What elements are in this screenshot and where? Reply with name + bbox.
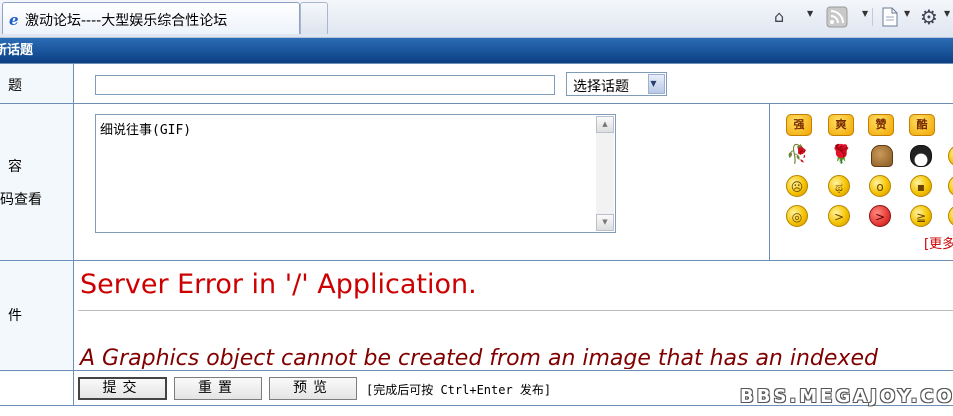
home-dropdown-chevron-icon[interactable]: ▼ xyxy=(807,9,813,18)
attachment-label: 件 xyxy=(8,308,22,324)
shocked-face-icon[interactable]: o xyxy=(869,175,891,197)
attachment-upload-frame: Server Error in '/' Application. A Graph… xyxy=(78,262,953,369)
topic-select-value: 选择话题 xyxy=(573,79,629,95)
content-textarea-value: 细说往事(GIF) xyxy=(100,123,192,138)
emoticon-cool-feel-text: 爽 xyxy=(835,118,847,131)
rss-dropdown-chevron-icon[interactable]: ▼ xyxy=(862,9,868,18)
home-icon[interactable]: ⌂ xyxy=(774,6,784,28)
emoticon-praise[interactable]: 赞 xyxy=(868,114,894,136)
furious-face-icon[interactable]: > xyxy=(869,205,891,227)
server-error-title: Server Error in '/' Application. xyxy=(80,269,477,300)
server-error-message: A Graphics object cannot be created from… xyxy=(80,346,878,369)
submit-shortcut-hint: [完成后可按 Ctrl+Enter 发布] xyxy=(366,383,552,397)
topic-select[interactable]: 选择话题 ▼ xyxy=(566,72,667,96)
subject-input[interactable] xyxy=(95,75,555,95)
grid-line xyxy=(0,63,953,64)
preview-button[interactable]: 预览 xyxy=(269,377,357,400)
angry-face-icon[interactable]: > xyxy=(828,205,850,227)
error-divider xyxy=(78,310,953,311)
dizzy-face-icon[interactable]: ◎ xyxy=(786,205,808,227)
grid-line xyxy=(0,370,953,371)
tools-gear-icon[interactable]: ⚙ xyxy=(920,6,938,28)
scroll-up-icon[interactable]: ▲ xyxy=(596,116,614,133)
reset-button[interactable]: 重置 xyxy=(174,377,262,400)
subject-label: 题 xyxy=(8,78,22,94)
scroll-down-icon[interactable]: ▼ xyxy=(596,214,614,231)
form-header: 新话题 xyxy=(0,38,953,63)
content-label: 容 xyxy=(8,159,22,175)
emoticon-strong[interactable]: 强 xyxy=(786,114,812,136)
submit-button[interactable]: 提交 xyxy=(78,377,167,400)
emoticon-strong-text: 强 xyxy=(793,118,805,131)
form-header-title: 新话题 xyxy=(0,43,34,58)
grid-line xyxy=(0,260,953,261)
grid-line xyxy=(73,63,74,406)
grid-line xyxy=(0,103,953,104)
site-watermark: BBS.MEGAJOY.COM xyxy=(740,386,953,407)
more-emoticons-text: 更多 xyxy=(929,237,953,252)
crying-face-icon[interactable]: ಥ xyxy=(828,175,850,197)
toolbar-separator xyxy=(872,8,873,26)
rss-feed-icon[interactable] xyxy=(826,6,848,28)
new-tab-button[interactable] xyxy=(300,2,328,34)
rose-icon[interactable]: 🌹 xyxy=(830,144,852,166)
sad-face-icon[interactable]: ☹ xyxy=(786,175,808,197)
browser-tab-strip: e 激动论坛----大型娱乐综合性论坛 ⌂ ▼ ▼ ▼ ⚙ ▼ xyxy=(0,0,953,38)
emoticon-awesome-text: 酷 xyxy=(916,118,928,131)
ie-logo-icon: e xyxy=(9,11,19,29)
page-menu-icon[interactable] xyxy=(880,6,900,28)
grid-line xyxy=(769,103,770,260)
tab-title: 激动论坛----大型娱乐综合性论坛 xyxy=(25,13,228,29)
emoticon-awesome[interactable]: 酷 xyxy=(909,114,935,136)
more-emoticons-link[interactable]: [更多 xyxy=(924,233,953,252)
wilted-flower-icon[interactable]: 🥀 xyxy=(786,144,808,166)
poop-icon[interactable] xyxy=(871,145,893,167)
page-dropdown-chevron-icon[interactable]: ▼ xyxy=(904,9,910,18)
emoticon-cool-feel[interactable]: 爽 xyxy=(828,114,854,136)
emoticon-praise-text: 赞 xyxy=(875,118,887,131)
tools-dropdown-chevron-icon[interactable]: ▼ xyxy=(944,9,950,18)
content-textarea[interactable]: 细说往事(GIF) ▲ ▼ xyxy=(95,114,616,233)
content-hint-label: 码查看 xyxy=(0,192,42,208)
penguin-icon[interactable] xyxy=(910,145,932,167)
grinning-face-icon[interactable]: ▪ xyxy=(910,175,932,197)
laughing-face-icon[interactable]: ≧ xyxy=(910,205,932,227)
chevron-down-icon[interactable]: ▼ xyxy=(648,74,665,94)
textarea-scrollbar[interactable]: ▲ ▼ xyxy=(596,116,614,231)
browser-tab-active[interactable]: e 激动论坛----大型娱乐综合性论坛 xyxy=(2,2,300,34)
